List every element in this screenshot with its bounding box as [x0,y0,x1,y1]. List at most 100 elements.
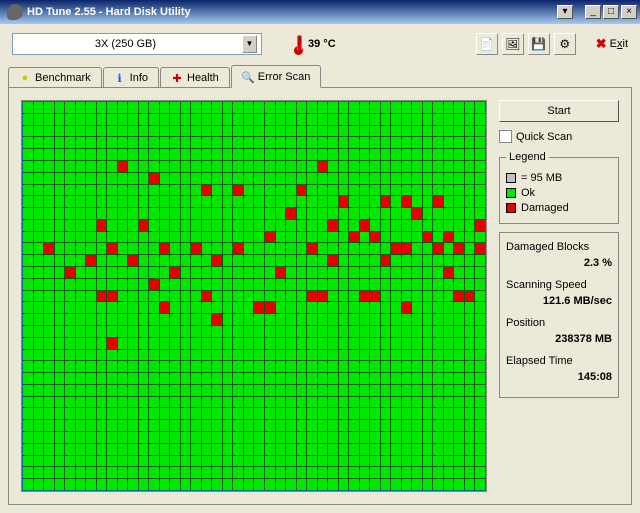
scan-block [118,185,128,196]
scan-block [244,302,254,313]
scan-block [402,126,412,137]
scan-block [349,326,359,337]
scan-block [97,161,107,172]
scan-block [444,291,454,302]
scan-block [276,137,286,148]
scan-block [118,397,128,408]
scan-block [360,373,370,384]
options-button[interactable]: ⚙ [554,33,576,55]
scan-block [223,114,233,125]
scan-block [76,126,86,137]
scan-block [149,279,159,290]
scan-block [307,243,317,254]
tab-error-scan[interactable]: 🔍 Error Scan [231,65,322,88]
scan-block [212,208,222,219]
scan-block [465,196,475,207]
scan-block [307,114,317,125]
scan-block [381,397,391,408]
legend-ok-icon [506,188,516,198]
scan-block [265,243,275,254]
tab-health[interactable]: ✚ Health [160,67,230,88]
scan-block [191,196,201,207]
scan-block [307,126,317,137]
scan-block [233,267,243,278]
save-button[interactable]: 💾 [528,33,550,55]
scan-block [65,255,75,266]
copy-button[interactable]: 📄 [476,33,498,55]
close-button[interactable]: × [621,5,637,19]
scan-block [391,326,401,337]
scan-block [276,173,286,184]
quick-scan-option[interactable]: Quick Scan [499,130,619,143]
scan-block [307,444,317,455]
scan-block [265,408,275,419]
scan-block [349,397,359,408]
scan-block [349,479,359,490]
scan-block [191,102,201,113]
scan-block [286,149,296,160]
scan-block [191,420,201,431]
scan-block [307,467,317,478]
scan-block [139,385,149,396]
scan-block [181,456,191,467]
scan-block [44,255,54,266]
scan-block [170,126,180,137]
scan-block [65,220,75,231]
scan-block [454,114,464,125]
screenshot-button[interactable]: 🖼 [502,33,524,55]
maximize-button[interactable]: □ [603,5,619,19]
scan-block [265,185,275,196]
dropdown-arrow-icon[interactable]: ▼ [242,35,257,53]
scan-block [23,479,33,490]
drive-select[interactable]: 3X (250 GB) ▼ [12,33,262,55]
scan-block [44,479,54,490]
scan-block [86,161,96,172]
minimize-button[interactable]: _ [585,5,601,19]
scan-block [128,350,138,361]
scan-block [475,114,485,125]
scan-block [391,420,401,431]
exit-button[interactable]: ✖ Exit [596,36,628,52]
scan-block [423,361,433,372]
scan-block [118,338,128,349]
scan-block [276,432,286,443]
scan-block [349,243,359,254]
scan-block [318,149,328,160]
scan-block [202,114,212,125]
scan-block [202,408,212,419]
scan-block [233,255,243,266]
scan-block [65,361,75,372]
scan-block [55,161,65,172]
scan-block [444,173,454,184]
rollup-button[interactable]: ▾ [557,5,573,19]
scan-block [276,161,286,172]
scan-block [170,208,180,219]
scan-block [128,479,138,490]
scan-block [44,338,54,349]
scan-block [181,208,191,219]
tab-info[interactable]: ℹ Info [103,67,159,88]
legend-block-size: = 95 MB [506,172,612,184]
start-button[interactable]: Start [499,100,619,122]
scan-block [265,385,275,396]
scan-block [97,114,107,125]
scan-block [412,161,422,172]
scan-block [65,456,75,467]
scan-block [391,185,401,196]
scan-block [244,408,254,419]
scan-block [55,208,65,219]
tab-benchmark[interactable]: ● Benchmark [8,67,102,88]
scan-block [118,114,128,125]
scan-block [223,361,233,372]
scan-block [149,338,159,349]
scan-block [181,243,191,254]
quick-scan-checkbox[interactable] [499,130,512,143]
scan-block [318,279,328,290]
scan-block [118,361,128,372]
elapsed-time-value: 145:08 [506,371,612,383]
scan-block [297,208,307,219]
scan-block [244,220,254,231]
scan-block [265,291,275,302]
scan-block [202,173,212,184]
scan-block [97,232,107,243]
